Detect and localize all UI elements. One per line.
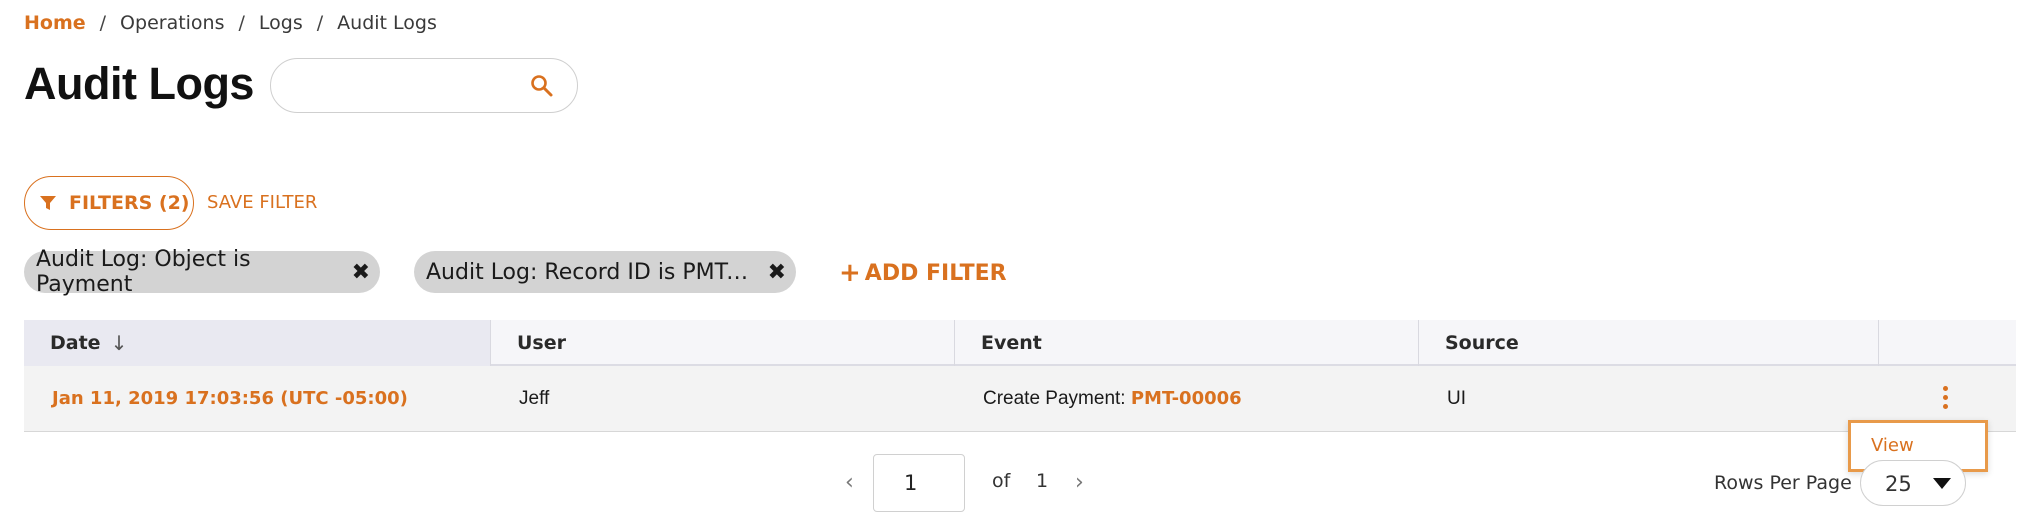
breadcrumb-current: Audit Logs <box>337 12 437 34</box>
search-input[interactable] <box>291 71 521 101</box>
cell-event: Create Payment: PMT-00006 <box>955 388 1419 410</box>
caret-down-icon <box>1933 478 1951 489</box>
filter-chip-object: Audit Log: Object is Payment ✖ <box>24 247 380 297</box>
page-number-input[interactable] <box>873 454 965 512</box>
column-header-label: User <box>517 332 566 354</box>
page-of-label: of <box>992 470 1011 492</box>
filter-funnel-icon <box>40 196 56 210</box>
column-header-label: Source <box>1445 332 1519 354</box>
rows-per-page-select[interactable]: 25 <box>1860 460 1966 506</box>
breadcrumb-separator: / <box>99 12 107 34</box>
add-filter-button[interactable]: + ADD FILTER <box>839 258 1007 288</box>
column-header-date[interactable]: Date ↓ <box>24 320 491 366</box>
breadcrumb-operations-link[interactable]: Operations <box>120 12 224 34</box>
breadcrumb: Home / Operations / Logs / Audit Logs <box>24 12 437 34</box>
filter-chip-label: Audit Log: Record ID is PMT-0... <box>426 259 754 285</box>
previous-page-icon[interactable]: ‹ <box>845 470 854 495</box>
rows-per-page-label: Rows Per Page <box>1714 472 1852 494</box>
cell-source: UI <box>1447 387 1466 409</box>
save-filter-button[interactable]: SAVE FILTER <box>207 192 317 213</box>
filters-button-label: FILTERS (2) <box>69 192 190 214</box>
column-header-source[interactable]: Source <box>1419 320 1879 366</box>
column-header-actions <box>1879 320 2016 366</box>
page-title: Audit Logs <box>24 58 254 109</box>
column-header-label: Event <box>981 332 1042 354</box>
plus-icon: + <box>839 258 861 288</box>
cell-date-link[interactable]: Jan 11, 2019 17:03:56 (UTC -05:00) <box>24 388 491 409</box>
column-header-user[interactable]: User <box>491 320 955 366</box>
search-box[interactable] <box>270 58 578 113</box>
breadcrumb-separator: / <box>238 12 245 34</box>
table-header: Date ↓ User Event Source <box>24 320 2016 366</box>
add-filter-label: ADD FILTER <box>864 260 1007 286</box>
cell-user: Jeff <box>519 387 550 409</box>
column-header-event[interactable]: Event <box>955 320 1419 366</box>
breadcrumb-separator: / <box>316 12 324 34</box>
remove-chip-icon[interactable]: ✖ <box>768 260 786 285</box>
rows-per-page-value: 25 <box>1885 472 1912 496</box>
payment-record-link[interactable]: PMT-00006 <box>1131 388 1242 409</box>
filter-chip-label: Audit Log: Object is Payment <box>36 247 251 297</box>
next-page-icon[interactable]: › <box>1075 470 1084 495</box>
page-total: 1 <box>1036 470 1049 492</box>
filters-button[interactable]: FILTERS (2) <box>24 176 194 230</box>
table-row[interactable]: Jan 11, 2019 17:03:56 (UTC -05:00) Jeff … <box>24 366 2016 432</box>
menu-item-view[interactable]: View <box>1871 435 1914 456</box>
breadcrumb-logs-link[interactable]: Logs <box>259 12 303 34</box>
remove-chip-icon[interactable]: ✖ <box>352 260 370 285</box>
sort-descending-icon[interactable]: ↓ <box>111 331 128 355</box>
breadcrumb-home-link[interactable]: Home <box>24 12 86 34</box>
search-icon[interactable] <box>529 73 555 99</box>
event-description: Create Payment: <box>983 387 1131 409</box>
more-vertical-icon[interactable] <box>1941 385 1949 412</box>
audit-log-table: Date ↓ User Event Source Jan 11, 2019 17… <box>24 320 2016 432</box>
filter-chip-record-id: Audit Log: Record ID is PMT-0... ✖ <box>414 251 796 293</box>
column-header-label: Date <box>50 332 101 354</box>
